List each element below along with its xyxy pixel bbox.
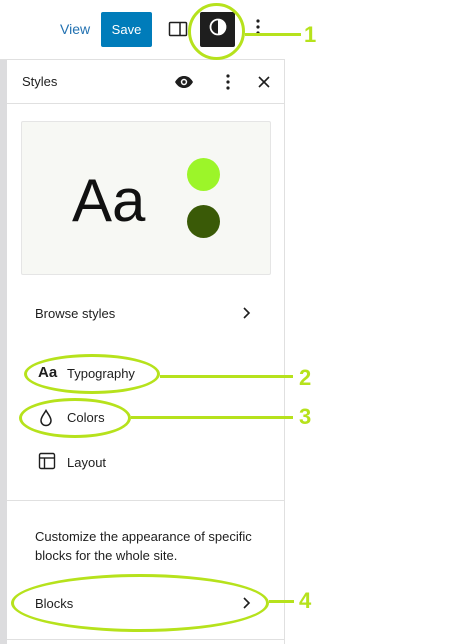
save-button[interactable]: Save xyxy=(101,12,152,47)
layout-item[interactable]: Layout xyxy=(28,450,148,474)
layout-icon xyxy=(38,452,56,470)
annotation-number-1: 1 xyxy=(304,22,317,47)
annotation-number-2: 2 xyxy=(299,365,312,390)
vertical-dots-icon[interactable] xyxy=(250,15,266,41)
editor-canvas-edge xyxy=(0,60,7,644)
annotation-circle-1 xyxy=(188,3,245,60)
header-divider xyxy=(7,103,284,104)
panel-border xyxy=(284,60,285,644)
close-icon[interactable] xyxy=(256,74,272,90)
section-divider xyxy=(7,500,284,501)
vertical-dots-icon[interactable] xyxy=(220,72,236,92)
bottom-divider xyxy=(7,639,284,640)
annotation-line-3 xyxy=(131,416,293,419)
panel-title: Styles xyxy=(22,74,58,89)
annotation-line-4 xyxy=(269,600,294,603)
annotation-number-4: 4 xyxy=(299,588,312,613)
browse-styles-label: Browse styles xyxy=(35,306,116,321)
preview-color-swatch-secondary xyxy=(187,205,220,238)
layout-label: Layout xyxy=(67,455,107,470)
browse-styles-item[interactable]: Browse styles xyxy=(21,298,269,328)
preview-color-swatch-primary xyxy=(187,158,220,191)
annotation-number-3: 3 xyxy=(299,404,312,429)
eye-icon[interactable] xyxy=(173,73,195,91)
annotation-line-1 xyxy=(245,33,301,36)
annotation-circle-2 xyxy=(24,354,160,394)
style-preview[interactable] xyxy=(21,121,271,275)
annotation-line-2 xyxy=(160,375,293,378)
view-link[interactable]: View xyxy=(60,20,90,38)
blocks-description: Customize the appearance of specific blo… xyxy=(35,529,252,563)
chevron-right-icon xyxy=(240,306,252,320)
sidebar-panel-icon[interactable] xyxy=(166,17,190,41)
annotation-circle-3 xyxy=(19,398,131,438)
preview-sample-text: Aa xyxy=(72,167,146,234)
annotation-circle-4 xyxy=(11,574,269,632)
